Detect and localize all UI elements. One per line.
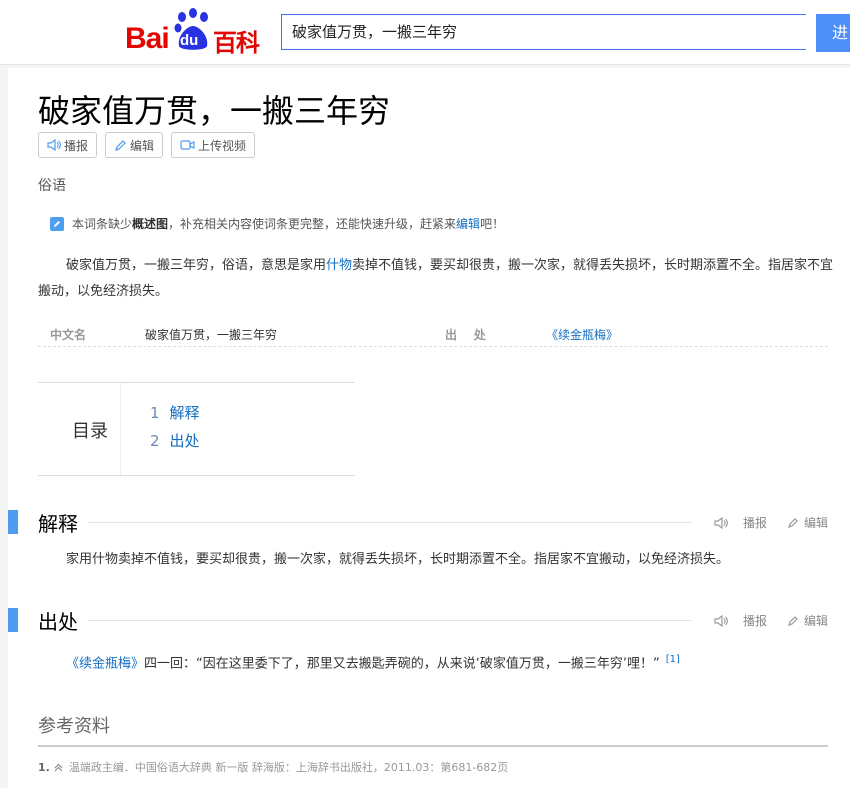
reference-text: 温端政主编．中国俗语大辞典 新一版 辞海版：上海辞书出版社，2011.03：第6… xyxy=(68,761,509,774)
article-container: 破家值万贯，一搬三年穷 播报 编辑 上传视频 俗语 本词条缺少 概述图 ，补充相关内… xyxy=(8,68,850,788)
pencil-icon xyxy=(788,517,798,528)
page-title: 破家值万贯，一搬三年穷 xyxy=(38,92,391,130)
section-edit-button[interactable]: 编辑 xyxy=(787,612,828,629)
source-book-link[interactable]: 《续金瓶梅》 xyxy=(66,656,144,671)
caret-up-icon[interactable] xyxy=(54,763,63,772)
pencil-icon xyxy=(115,139,126,151)
toc-item-explain[interactable]: 1 解释 xyxy=(150,402,200,423)
basic-info-key-source: 出 处 xyxy=(445,328,486,342)
search-button[interactable]: 进 xyxy=(816,14,850,52)
explain-paragraph: 家用什物卖掉不值钱，要买却很贵，搬一次家，就得丢失损坏，长时期添置不全。指居家不… xyxy=(66,552,730,567)
logo-baike: 百科 xyxy=(213,29,260,57)
basic-info-key-name: 中文名 xyxy=(50,328,87,342)
section-marker xyxy=(8,608,18,632)
toc-divider xyxy=(120,383,121,475)
upload-video-label: 上传视频 xyxy=(198,138,247,153)
category-label: 俗语 xyxy=(38,178,66,194)
reference-marker[interactable]: [1] xyxy=(666,654,680,665)
table-of-contents: 目录 1 解释 2 出处 xyxy=(38,382,355,476)
basic-info-value-source[interactable]: 《续金瓶梅》 xyxy=(546,326,618,343)
notice-edit-link[interactable]: 编辑 xyxy=(456,215,480,232)
reference-item: 1. 温端政主编．中国俗语大辞典 新一版 辞海版：上海辞书出版社，2011.03… xyxy=(38,760,509,775)
references-title: 参考资料 xyxy=(38,716,110,737)
toc-item-source[interactable]: 2 出处 xyxy=(150,430,200,451)
edit-button[interactable]: 编辑 xyxy=(105,132,164,158)
section-play-button[interactable]: 播报 xyxy=(714,514,767,531)
section-title-explain: 解释 xyxy=(38,512,78,536)
edit-label: 编辑 xyxy=(130,138,155,153)
pencil-icon xyxy=(788,615,798,626)
logo-du: du xyxy=(180,32,199,49)
missing-image-notice: 本词条缺少 概述图 ，补充相关内容使词条更完整，还能快速升级，赶紧来 编辑 吧！ xyxy=(50,215,504,232)
summary-paragraph: 破家值万贯，一搬三年穷，俗语，意思是家用什物卖掉不值钱，要买却很贵，搬一次家，就… xyxy=(38,258,834,299)
section-divider xyxy=(88,522,692,523)
title-toolbar: 播报 编辑 上传视频 xyxy=(38,132,256,158)
play-button[interactable]: 播报 xyxy=(38,132,98,158)
summary-link-shiwu[interactable]: 什物 xyxy=(326,258,352,273)
speaker-icon xyxy=(47,139,61,151)
video-icon xyxy=(180,140,195,150)
basic-info-row: 中文名 破家值万贯，一搬三年穷 出 处 《续金瓶梅》 xyxy=(38,320,828,347)
toc-title: 目录 xyxy=(72,421,108,442)
section-play-button[interactable]: 播报 xyxy=(714,612,767,629)
baidu-baike-logo[interactable]: Bai du 百科 xyxy=(125,8,265,57)
speaker-icon xyxy=(714,516,728,529)
section-divider xyxy=(88,620,692,621)
search-input[interactable]: 破家值万贯，一搬三年穷 xyxy=(281,14,806,50)
source-paragraph: 《续金瓶梅》四一回：“因在这里委下了，那里又去搬匙弄碗的，从来说‘破家值万贯，一… xyxy=(66,654,680,672)
play-label: 播报 xyxy=(64,138,89,153)
edit-note-icon xyxy=(50,216,64,231)
upload-video-button[interactable]: 上传视频 xyxy=(171,132,256,158)
speaker-icon xyxy=(714,614,728,627)
section-marker xyxy=(8,510,18,534)
section-edit-button[interactable]: 编辑 xyxy=(787,514,828,531)
basic-info-value-name: 破家值万贯，一搬三年穷 xyxy=(145,328,278,342)
header: Bai du 百科 破家值万贯，一搬三年穷 进 xyxy=(0,0,850,65)
references-divider xyxy=(38,745,828,747)
section-title-source: 出处 xyxy=(38,610,78,634)
logo-bai: Bai xyxy=(125,22,170,55)
